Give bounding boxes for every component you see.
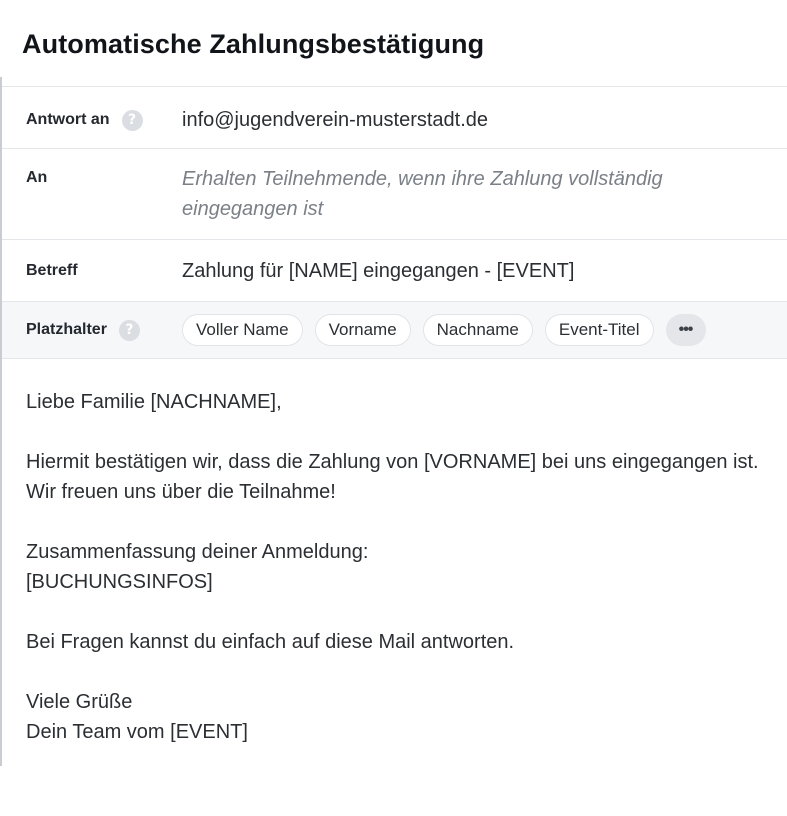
body-line: [BUCHUNGSINFOS] <box>26 571 213 593</box>
reply-to-label-group: Antwort an ? <box>2 105 182 135</box>
subject-row: Betreff Zahlung für [NAME] eingegangen -… <box>2 239 787 301</box>
placeholder-chip-event-title[interactable]: Event-Titel <box>544 314 654 346</box>
body-line: Dein Team vom [EVENT] <box>26 721 248 743</box>
to-row: An Erhalten Teilnehmende, wenn ihre Zahl… <box>2 148 787 239</box>
body-line: Bei Fragen kannst du einfach auf diese M… <box>26 631 515 653</box>
page-title: Automatische Zahlungsbestätigung <box>22 29 485 59</box>
body-line: Hiermit bestätigen wir, dass die Zahlung… <box>26 451 759 503</box>
placeholders-label: Platzhalter <box>26 321 107 338</box>
email-body-editor[interactable]: Liebe Familie [NACHNAME], Hiermit bestät… <box>26 387 771 747</box>
body-line <box>26 657 771 687</box>
body-line <box>26 597 771 627</box>
to-label: An <box>26 169 48 186</box>
placeholders-label-group: Platzhalter ? <box>2 319 182 341</box>
reply-to-field[interactable]: info@jugendverein-musterstadt.de <box>182 105 488 135</box>
body-line: Zusammenfassung deiner Anmeldung: <box>26 541 369 563</box>
reply-to-label: Antwort an <box>26 111 110 128</box>
reply-to-row: Antwort an ? info@jugendverein-mustersta… <box>2 86 787 148</box>
help-icon[interactable]: ? <box>118 319 140 341</box>
placeholders-row: Platzhalter ? Voller Name Vorname Nachna… <box>2 301 787 359</box>
body-line: Viele Grüße <box>26 691 133 713</box>
subject-field[interactable]: Zahlung für [NAME] eingegangen - [EVENT] <box>182 256 574 286</box>
body-line <box>26 417 771 447</box>
to-field[interactable]: Erhalten Teilnehmende, wenn ihre Zahlung… <box>182 164 722 224</box>
placeholder-chip-first-name[interactable]: Vorname <box>314 314 411 346</box>
email-settings-form: Antwort an ? info@jugendverein-mustersta… <box>2 86 787 359</box>
body-line <box>26 507 771 537</box>
placeholder-chip-last-name[interactable]: Nachname <box>422 314 533 346</box>
body-line: Liebe Familie [NACHNAME], <box>26 391 282 413</box>
placeholder-chip-full-name[interactable]: Voller Name <box>182 314 303 346</box>
placeholder-chips: Voller Name Vorname Nachname Event-Titel… <box>182 314 706 346</box>
help-icon[interactable]: ? <box>121 109 143 131</box>
subject-label: Betreff <box>26 262 78 279</box>
more-icon[interactable]: ••• <box>665 314 706 346</box>
